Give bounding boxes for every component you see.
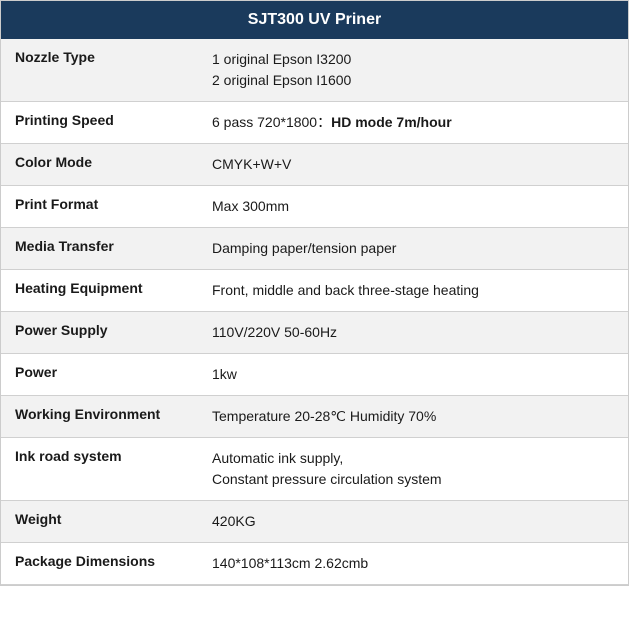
row-value: Max 300mm [198, 186, 628, 228]
row-label: Ink road system [1, 438, 198, 501]
table-row: Power1kw [1, 354, 628, 396]
table-row: Weight420KG [1, 501, 628, 543]
row-label: Heating Equipment [1, 270, 198, 312]
table-row: Nozzle Type1 original Epson I32002 origi… [1, 39, 628, 102]
table-row: Print FormatMax 300mm [1, 186, 628, 228]
table-row: Heating EquipmentFront, middle and back … [1, 270, 628, 312]
row-value: 140*108*113cm 2.62cmb [198, 543, 628, 585]
row-label: Print Format [1, 186, 198, 228]
table-row: Ink road systemAutomatic ink supply,Cons… [1, 438, 628, 501]
spec-table: SJT300 UV Priner Nozzle Type1 original E… [0, 0, 629, 586]
row-label: Power [1, 354, 198, 396]
row-label: Working Environment [1, 396, 198, 438]
table-row: Power Supply110V/220V 50-60Hz [1, 312, 628, 354]
row-value: Temperature 20-28℃ Humidity 70% [198, 396, 628, 438]
row-label: Weight [1, 501, 198, 543]
row-value: 1kw [198, 354, 628, 396]
row-value: 420KG [198, 501, 628, 543]
row-value: Front, middle and back three-stage heati… [198, 270, 628, 312]
table-row: Media TransferDamping paper/tension pape… [1, 228, 628, 270]
table-title: SJT300 UV Priner [1, 1, 628, 39]
spec-rows: Nozzle Type1 original Epson I32002 origi… [1, 39, 628, 585]
row-label: Media Transfer [1, 228, 198, 270]
row-label: Package Dimensions [1, 543, 198, 585]
table-row: Working EnvironmentTemperature 20-28℃ Hu… [1, 396, 628, 438]
row-value: Automatic ink supply,Constant pressure c… [198, 438, 628, 501]
row-value: CMYK+W+V [198, 144, 628, 186]
row-label: Color Mode [1, 144, 198, 186]
table-row: Color ModeCMYK+W+V [1, 144, 628, 186]
row-value: Damping paper/tension paper [198, 228, 628, 270]
table-row: Printing Speed6 pass 720*1800：HD mode 7m… [1, 102, 628, 144]
row-label: Power Supply [1, 312, 198, 354]
row-value: 110V/220V 50-60Hz [198, 312, 628, 354]
row-value: 6 pass 720*1800：HD mode 7m/hour [198, 102, 628, 144]
row-value: 1 original Epson I32002 original Epson I… [198, 39, 628, 102]
row-label: Printing Speed [1, 102, 198, 144]
bold-value: HD mode 7m/hour [331, 114, 452, 130]
row-label: Nozzle Type [1, 39, 198, 102]
table-row: Package Dimensions140*108*113cm 2.62cmb [1, 543, 628, 585]
